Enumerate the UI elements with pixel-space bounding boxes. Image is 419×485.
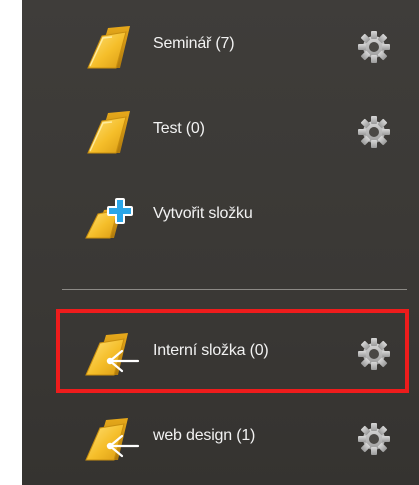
folder-label: Seminář (7) [153,35,235,52]
highlight-box [56,309,409,393]
folder-icon [82,24,142,72]
create-folder-label: Vytvořit složku [153,205,253,222]
folder-icon [82,109,142,157]
folder-item-seminar[interactable]: Seminář (7) [22,16,419,76]
shared-folder-item-web-design[interactable]: web design (1) [22,408,419,468]
section-divider [62,289,407,290]
folder-label: Test (0) [153,120,205,137]
new-folder-plus-icon [82,194,142,242]
folder-panel: Seminář (7) Test (0) Vytvořit složku Int… [22,0,419,485]
folder-item-test[interactable]: Test (0) [22,101,419,161]
gear-icon[interactable] [355,113,393,151]
folder-label: web design (1) [153,427,256,444]
gear-icon[interactable] [355,420,393,458]
create-folder-button[interactable]: Vytvořit složku [22,186,419,246]
gear-icon[interactable] [355,28,393,66]
shared-folder-icon [82,416,142,464]
